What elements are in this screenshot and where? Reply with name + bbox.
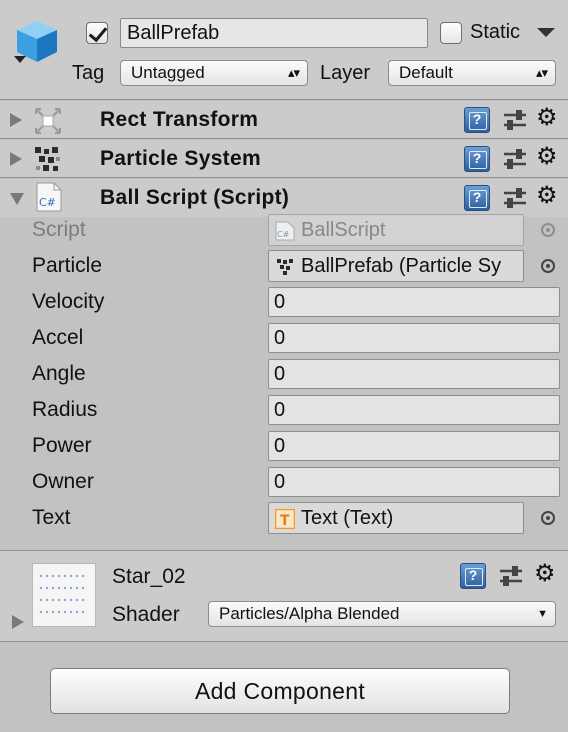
preset-sliders-icon[interactable] (502, 146, 528, 172)
object-picker-icon[interactable] (541, 259, 555, 273)
settings-gear-icon[interactable]: ⚙ (536, 104, 558, 132)
svg-text:T: T (280, 513, 290, 529)
prefab-cube-icon (14, 21, 57, 63)
component-title: Ball Script (Script) (100, 186, 290, 209)
updown-arrows-icon: ▴▾ (287, 65, 300, 80)
preset-sliders-icon[interactable] (498, 563, 524, 589)
csharp-script-icon: C# (275, 221, 295, 241)
script-label: Script (32, 218, 86, 241)
material-name: Star_02 (112, 565, 186, 588)
power-field[interactable]: 0 (268, 431, 560, 461)
rect-transform-icon (35, 108, 61, 134)
material-preview-thumbnail[interactable] (32, 563, 96, 627)
settings-gear-icon[interactable]: ⚙ (536, 182, 558, 210)
settings-gear-icon[interactable]: ⚙ (536, 143, 558, 171)
particle-object-value: BallPrefab (Particle Sy (301, 255, 502, 277)
text-object-field[interactable]: T Text (Text) (268, 502, 524, 534)
text-label: Text (32, 506, 71, 529)
object-picker-icon (541, 223, 555, 237)
layer-dropdown-value: Default (399, 63, 453, 82)
settings-gear-icon[interactable]: ⚙ (534, 560, 556, 588)
foldout-arrow-icon[interactable] (10, 152, 22, 166)
shader-dropdown[interactable]: Particles/Alpha Blended ▼ (208, 601, 556, 627)
layer-dropdown[interactable]: Default ▴▾ (388, 60, 556, 86)
svg-text:C#: C# (277, 230, 290, 239)
inspector-header: BallPrefab Static Tag Untagged ▴▾ Layer … (0, 0, 568, 100)
material-section: Star_02 ? ⚙ Shader Particles/Alpha Blend… (0, 550, 568, 642)
owner-label: Owner (32, 470, 94, 493)
script-object-value: BallScript (301, 219, 386, 241)
text-object-value: Text (Text) (301, 507, 394, 529)
static-dropdown-arrow-icon[interactable] (537, 28, 555, 38)
script-object-field: C# BallScript (268, 214, 524, 246)
shader-label: Shader (112, 603, 180, 626)
accel-label: Accel (32, 326, 84, 349)
help-icon[interactable]: ? (464, 146, 490, 172)
accel-field[interactable]: 0 (268, 323, 560, 353)
component-ball-script[interactable]: C# Ball Script (Script) ? ⚙ (0, 179, 568, 217)
velocity-field[interactable]: 0 (268, 287, 560, 317)
tag-label: Tag (72, 62, 105, 84)
star-texture-preview-icon (39, 574, 85, 614)
component-rect-transform[interactable]: Rect Transform ? ⚙ (0, 101, 568, 139)
tag-dropdown-value: Untagged (131, 63, 205, 82)
foldout-arrow-icon[interactable] (12, 615, 24, 629)
component-title: Rect Transform (100, 108, 259, 131)
layer-label: Layer (320, 62, 371, 84)
active-checkbox[interactable] (86, 22, 108, 44)
text-component-icon: T (275, 509, 295, 529)
angle-label: Angle (32, 362, 86, 385)
component-title: Particle System (100, 147, 261, 170)
help-icon[interactable]: ? (460, 563, 486, 589)
object-name-field[interactable]: BallPrefab (120, 18, 428, 48)
tag-dropdown[interactable]: Untagged ▴▾ (120, 60, 308, 86)
help-icon[interactable]: ? (464, 107, 490, 133)
owner-field[interactable]: 0 (268, 467, 560, 497)
help-icon[interactable]: ? (464, 185, 490, 211)
csharp-script-icon: C# (36, 182, 62, 212)
component-particle-system[interactable]: Particle System ? ⚙ (0, 140, 568, 178)
updown-arrows-icon: ▴▾ (535, 65, 548, 80)
particle-label: Particle (32, 254, 103, 277)
velocity-label: Velocity (32, 290, 105, 313)
radius-field[interactable]: 0 (268, 395, 560, 425)
foldout-arrow-icon[interactable] (10, 193, 24, 205)
static-label: Static (470, 21, 521, 43)
power-label: Power (32, 434, 92, 457)
dropdown-arrow-icon: ▼ (537, 608, 548, 620)
object-picker-icon[interactable] (541, 511, 555, 525)
add-component-button[interactable]: Add Component (50, 668, 510, 714)
shader-dropdown-value: Particles/Alpha Blended (219, 604, 400, 623)
svg-text:C#: C# (39, 196, 56, 209)
angle-field[interactable]: 0 (268, 359, 560, 389)
preset-sliders-icon[interactable] (502, 185, 528, 211)
particle-system-icon (277, 259, 293, 275)
radius-label: Radius (32, 398, 98, 421)
particle-system-icon (35, 147, 60, 171)
foldout-arrow-icon[interactable] (10, 113, 22, 127)
preset-sliders-icon[interactable] (502, 107, 528, 133)
particle-object-field[interactable]: BallPrefab (Particle Sy (268, 250, 524, 282)
static-checkbox[interactable] (440, 22, 462, 44)
